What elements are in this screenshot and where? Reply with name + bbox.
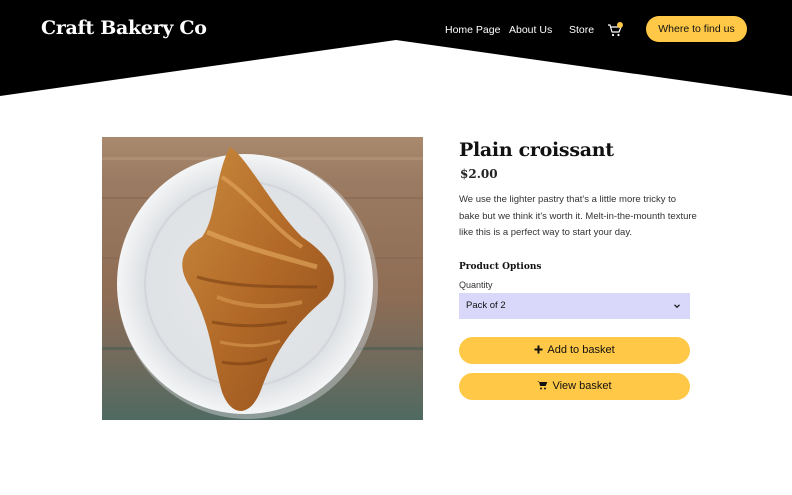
brand-logo[interactable]: Craft Bakery Co [41, 17, 207, 39]
quantity-label: Quantity [459, 280, 493, 290]
nav-home-link[interactable]: Home Page [445, 24, 500, 36]
product-price: $2.00 [460, 167, 498, 181]
add-to-basket-label: Add to basket [547, 344, 615, 356]
plus-icon [534, 345, 543, 354]
nav-about-link[interactable]: About Us [509, 24, 552, 36]
view-basket-label: View basket [552, 380, 612, 392]
nav-store-link[interactable]: Store [569, 24, 594, 36]
where-to-find-us-button[interactable]: Where to find us [646, 16, 747, 42]
quantity-select[interactable]: Pack of 2 [459, 293, 690, 319]
view-basket-button[interactable]: View basket [459, 373, 690, 400]
cart-badge [617, 22, 623, 28]
product-options-heading: Product Options [459, 262, 542, 272]
header-background [0, 0, 792, 96]
quantity-selected-value: Pack of 2 [466, 300, 506, 311]
shopping-cart-icon [537, 381, 548, 390]
product-image [102, 137, 423, 420]
add-to-basket-button[interactable]: Add to basket [459, 337, 690, 364]
cart-button[interactable] [607, 22, 625, 40]
product-description: We use the lighter pastry that's a littl… [459, 194, 697, 238]
product-title: Plain croissant [459, 139, 614, 161]
chevron-down-icon [674, 304, 680, 309]
